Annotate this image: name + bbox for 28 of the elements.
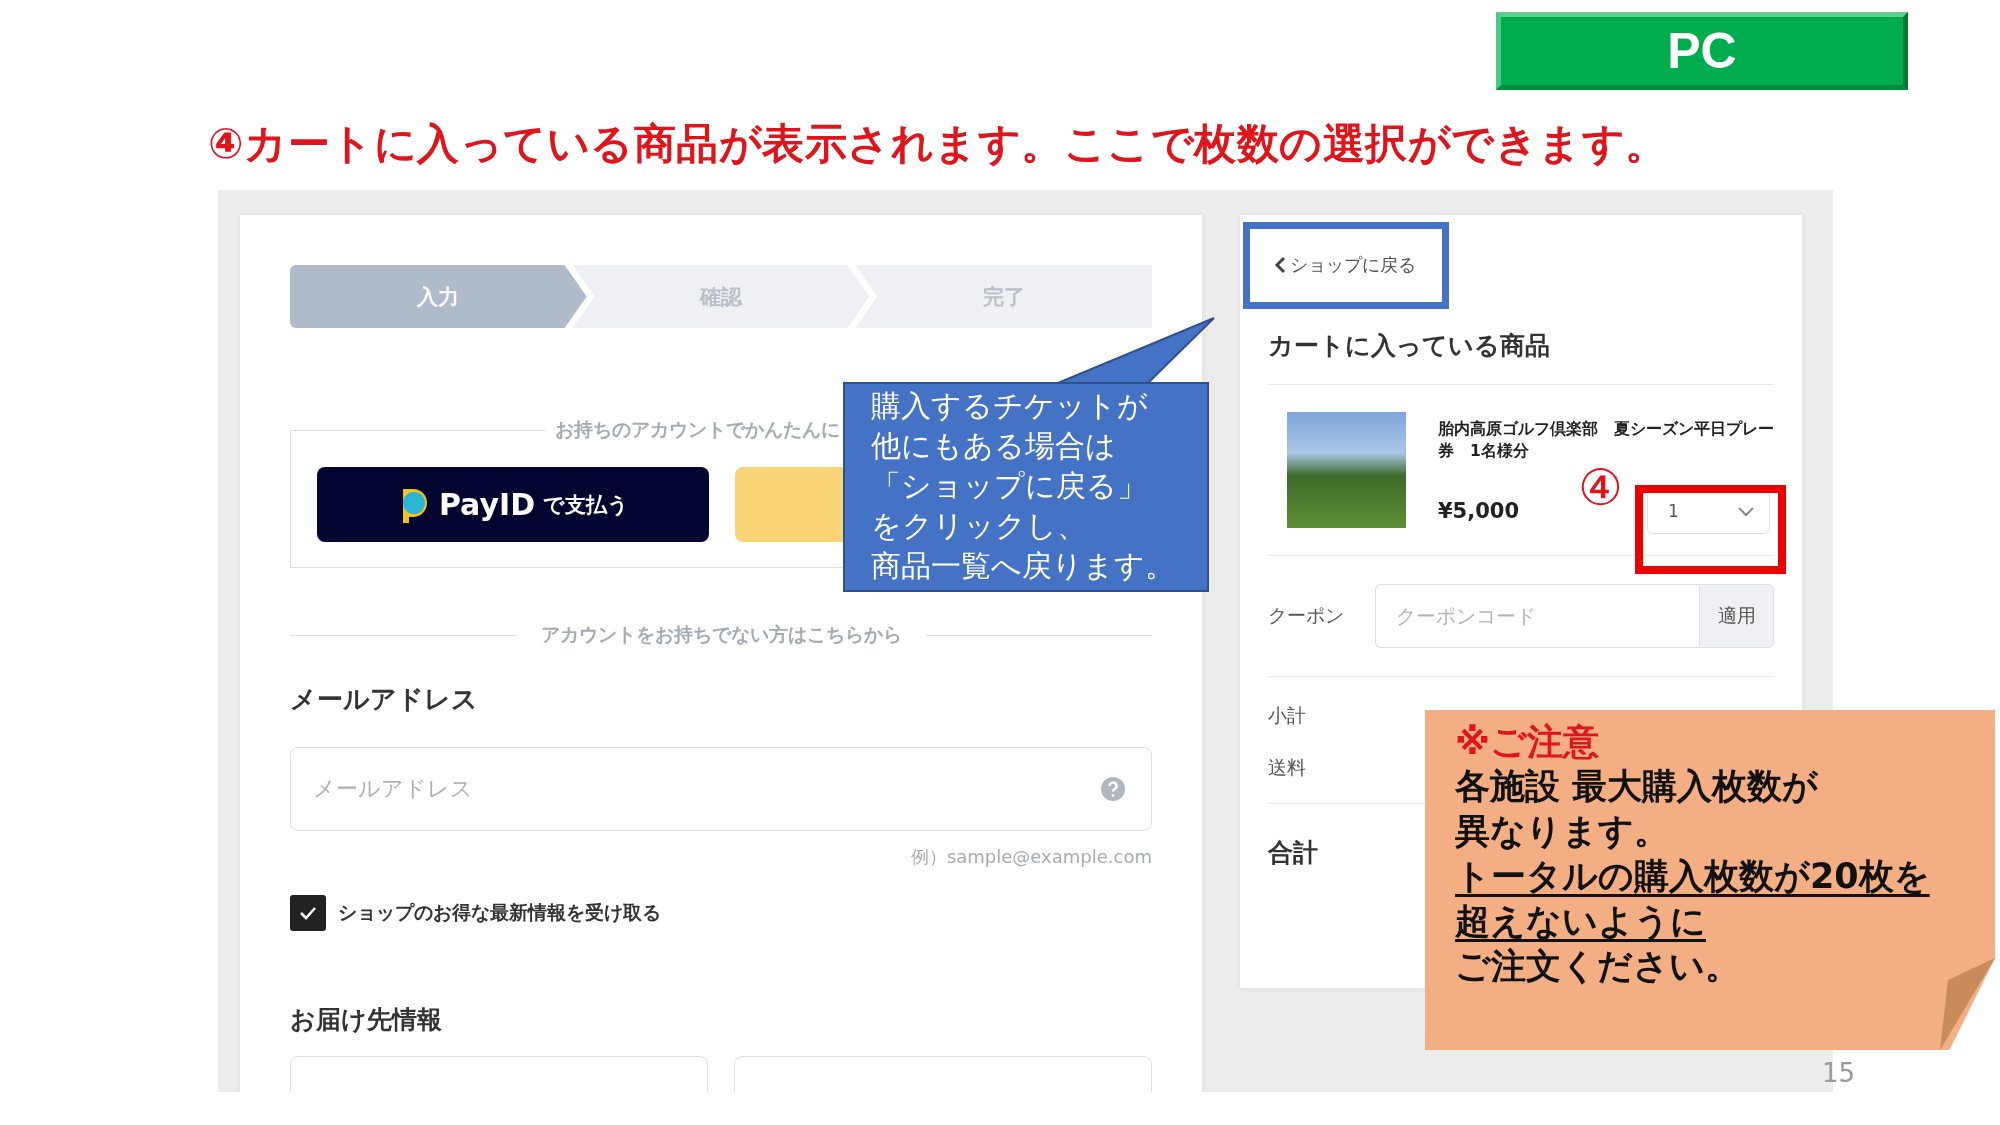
email-label: メールアドレス bbox=[290, 683, 479, 716]
coupon-label: クーポン bbox=[1268, 603, 1345, 628]
shipping-label: 送料 bbox=[1268, 755, 1306, 780]
check-icon bbox=[299, 906, 317, 920]
delivery-heading: お届け先情報 bbox=[290, 1004, 443, 1036]
apply-button[interactable]: 適用 bbox=[1699, 584, 1774, 648]
note-title: ※ご注意 bbox=[1455, 720, 1600, 764]
chevron-left-icon bbox=[1274, 256, 1286, 274]
step-tab[interactable]: 入力 bbox=[290, 265, 587, 328]
page-number: 15 bbox=[1822, 1058, 1856, 1088]
guest-divider-text: アカウントをお持ちでない方はこちらから bbox=[540, 622, 902, 647]
note-text: 各施設 最大購入枚数が 異なります。 トータルの購入枚数が20枚を 超えないように ご注文ください。 bbox=[1455, 765, 1931, 988]
back-to-shop-link[interactable]: ショップに戻る bbox=[1274, 253, 1416, 277]
subtotal-label: 小計 bbox=[1268, 703, 1306, 728]
item-price: ¥5,000 bbox=[1438, 499, 1520, 524]
slide-heading: ④カートに入っている商品が表示されます。ここで枚数の選択ができます。 bbox=[208, 118, 1669, 170]
coupon-field[interactable]: クーポンコード bbox=[1375, 584, 1699, 648]
payment-button[interactable] bbox=[735, 467, 843, 542]
help-icon[interactable] bbox=[1101, 777, 1125, 801]
newsletter-checkbox[interactable] bbox=[290, 895, 326, 931]
payid-button[interactable]: PayID で支払う bbox=[317, 467, 709, 542]
cart-heading: カートに入っている商品 bbox=[1268, 330, 1551, 362]
email-example: 例）sample@example.com bbox=[909, 845, 1152, 869]
newsletter-label: ショップのお得な最新情報を受け取る bbox=[338, 900, 661, 925]
chevron-down-icon bbox=[1737, 505, 1755, 517]
email-field[interactable]: メールアドレス bbox=[290, 747, 1152, 831]
total-label: 合計 bbox=[1268, 837, 1318, 869]
pc-badge: PC bbox=[1496, 12, 1908, 90]
